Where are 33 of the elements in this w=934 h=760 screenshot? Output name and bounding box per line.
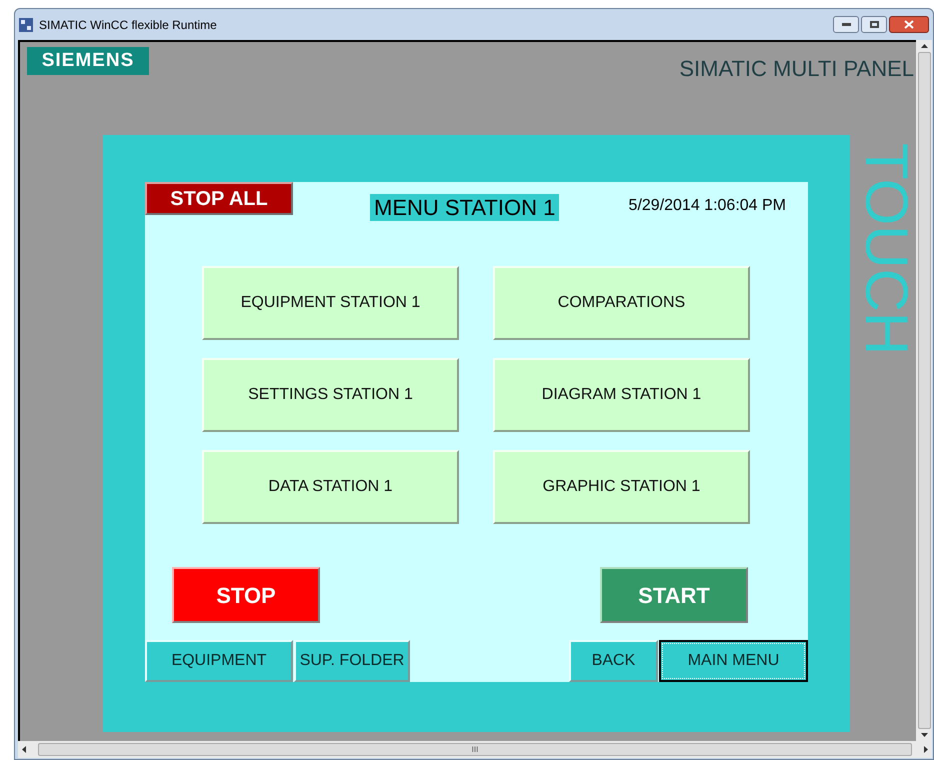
menu-button[interactable]: EQUIPMENT STATION 1 (202, 266, 459, 340)
app-icon (19, 18, 33, 32)
scroll-up-icon[interactable] (920, 44, 928, 48)
menu-button[interactable]: COMPARATIONS (493, 266, 750, 340)
siemens-logo: SIEMENS (27, 47, 149, 75)
scrollbar-thumb[interactable]: III (38, 743, 912, 756)
nav-button[interactable]: BACK (569, 640, 658, 682)
stop-all-button[interactable]: STOP ALL (145, 182, 293, 215)
date-time: 5/29/2014 1:06:04 PM (628, 196, 786, 216)
screen-title: MENU STATION 1 (370, 194, 560, 221)
scrollbar-thumb[interactable] (918, 52, 931, 729)
touch-label: TOUCH (856, 143, 916, 358)
horizontal-scrollbar[interactable]: III (18, 741, 932, 758)
scroll-right-icon[interactable] (924, 746, 928, 753)
menu-button[interactable]: GRAPHIC STATION 1 (493, 450, 750, 524)
panel-name: SIMATIC MULTI PANEL (679, 55, 914, 83)
nav-button[interactable]: MAIN MENU (659, 640, 808, 682)
window-title: SIMATIC WinCC flexible Runtime (39, 16, 217, 34)
close-button[interactable] (889, 16, 929, 33)
scrollbar-grip: III (472, 744, 478, 756)
stop-button[interactable]: STOP (172, 567, 320, 623)
maximize-button[interactable] (861, 16, 887, 33)
scroll-left-icon[interactable] (22, 746, 26, 753)
menu-button[interactable]: DIAGRAM STATION 1 (493, 358, 750, 432)
nav-button[interactable]: EQUIPMENT (145, 640, 293, 682)
vertical-scrollbar[interactable] (916, 40, 932, 741)
scroll-down-icon[interactable] (920, 733, 928, 737)
start-button[interactable]: START (600, 567, 748, 623)
nav-button[interactable]: SUP. FOLDER (294, 640, 410, 682)
close-icon (904, 20, 914, 29)
menu-button[interactable]: SETTINGS STATION 1 (202, 358, 459, 432)
minimize-button[interactable] (833, 16, 859, 33)
menu-button[interactable]: DATA STATION 1 (202, 450, 459, 524)
